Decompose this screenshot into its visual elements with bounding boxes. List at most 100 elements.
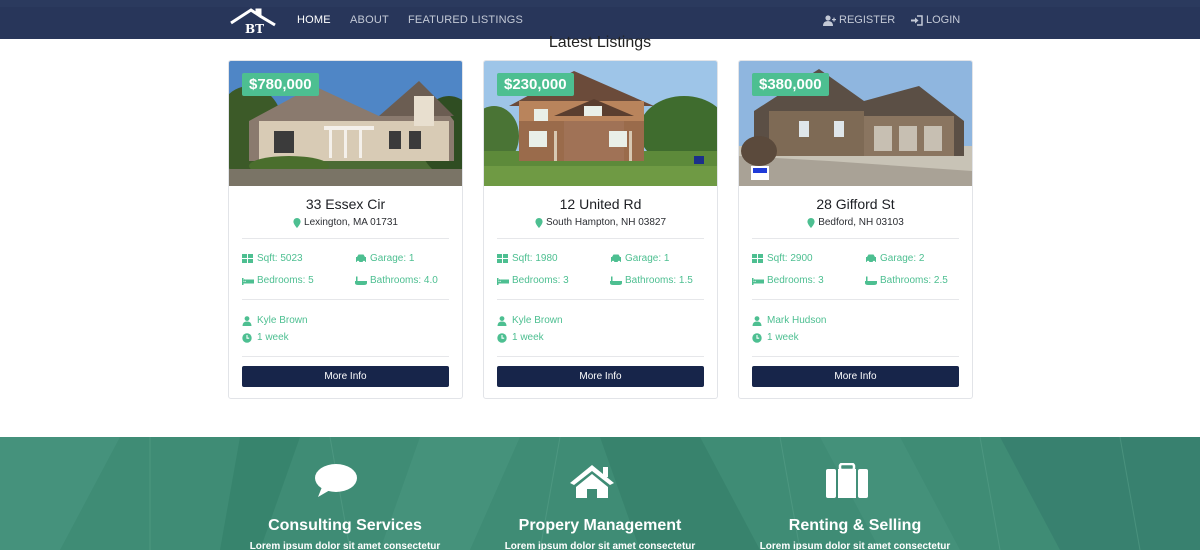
divider <box>752 238 959 239</box>
register-label: REGISTER <box>839 14 896 26</box>
divider <box>752 299 959 300</box>
bath-icon <box>610 276 622 285</box>
sqft-text: Sqft: 5023 <box>257 253 303 264</box>
garage-text: Garage: 2 <box>880 253 925 264</box>
time-feature: 1 week <box>497 332 544 343</box>
agent-feature: Mark Hudson <box>752 315 826 326</box>
suitcase-icon <box>826 463 868 498</box>
clock-icon <box>497 332 507 343</box>
service-title: Propery Management <box>518 517 682 534</box>
bedrooms-feature: Bedrooms: 3 <box>497 275 569 286</box>
service-text: Lorem ipsum dolor sit amet consectetur <box>759 541 951 550</box>
service-text: Lorem ipsum dolor sit amet consectetur <box>504 541 696 550</box>
sqft-feature: Sqft: 1980 <box>497 253 558 264</box>
bedrooms-text: Bedrooms: 3 <box>512 275 569 286</box>
more-info-button[interactable]: More Info <box>497 366 704 387</box>
garage-feature: Garage: 2 <box>865 253 924 264</box>
agent-name: Kyle Brown <box>257 315 308 326</box>
home-icon <box>570 465 614 498</box>
divider <box>497 238 704 239</box>
bed-icon <box>497 277 509 285</box>
sqft-feature: Sqft: 5023 <box>242 253 303 264</box>
listing-photo[interactable]: $230,000 <box>484 61 717 186</box>
clock-icon <box>752 332 762 343</box>
bathrooms-text: Bathrooms: 2.5 <box>880 275 948 286</box>
map-marker-icon <box>293 217 301 228</box>
time-feature: 1 week <box>752 332 799 343</box>
listing-card: $780,000 33 Essex Cir Lexington, MA 0173… <box>228 60 463 399</box>
time-feature: 1 week <box>242 332 289 343</box>
bed-icon <box>242 277 254 285</box>
map-marker-icon <box>535 217 543 228</box>
sign-in-icon <box>911 14 923 26</box>
login-label: LOGIN <box>926 14 961 26</box>
th-large-icon <box>242 253 253 263</box>
bedrooms-feature: Bedrooms: 5 <box>242 275 314 286</box>
time-text: 1 week <box>257 332 289 343</box>
brand-logo[interactable]: BT <box>229 7 279 37</box>
listing-location: Lexington, MA 01731 <box>229 217 462 228</box>
listing-photo[interactable]: $780,000 <box>229 61 462 186</box>
divider <box>497 356 704 357</box>
location-text: Lexington, MA 01731 <box>304 217 398 228</box>
garage-feature: Garage: 1 <box>610 253 669 264</box>
services-section: Consulting Services Lorem ipsum dolor si… <box>0 437 1200 550</box>
map-marker-icon <box>807 217 815 228</box>
listing-address[interactable]: 28 Gifford St <box>739 196 972 212</box>
bedrooms-feature: Bedrooms: 3 <box>752 275 824 286</box>
user-icon <box>752 315 762 326</box>
th-large-icon <box>497 253 508 263</box>
price-badge: $380,000 <box>752 73 829 96</box>
bath-icon <box>355 276 367 285</box>
more-info-button[interactable]: More Info <box>752 366 959 387</box>
nav-featured-listings[interactable]: FEATURED LISTINGS <box>408 14 523 26</box>
sqft-text: Sqft: 1980 <box>512 253 558 264</box>
price-badge: $780,000 <box>242 73 319 96</box>
bathrooms-text: Bathrooms: 1.5 <box>625 275 693 286</box>
user-plus-icon <box>823 14 836 26</box>
service-title: Consulting Services <box>268 517 422 534</box>
bathrooms-text: Bathrooms: 4.0 <box>370 275 438 286</box>
nav-about[interactable]: ABOUT <box>350 14 389 26</box>
listing-address[interactable]: 33 Essex Cir <box>229 196 462 212</box>
service-text: Lorem ipsum dolor sit amet consectetur <box>249 541 441 550</box>
agent-name: Mark Hudson <box>767 315 827 326</box>
bathrooms-feature: Bathrooms: 1.5 <box>610 275 693 286</box>
service-title: Renting & Selling <box>788 517 922 534</box>
car-icon <box>866 254 876 263</box>
bedrooms-text: Bedrooms: 5 <box>257 275 314 286</box>
time-text: 1 week <box>512 332 544 343</box>
top-strip <box>0 0 1200 7</box>
listing-photo[interactable]: $380,000 <box>739 61 972 186</box>
nav-home[interactable]: HOME <box>297 14 331 26</box>
agent-name: Kyle Brown <box>512 315 563 326</box>
listing-card: $380,000 28 Gifford St Bedford, NH 03103… <box>738 60 973 399</box>
listing-location: Bedford, NH 03103 <box>739 217 972 228</box>
sqft-feature: Sqft: 2900 <box>752 253 813 264</box>
section-title: Latest Listings <box>548 34 652 51</box>
divider <box>497 299 704 300</box>
listing-location: South Hampton, NH 03827 <box>484 217 717 228</box>
location-text: South Hampton, NH 03827 <box>545 217 667 228</box>
listing-address[interactable]: 12 United Rd <box>484 196 717 212</box>
bath-icon <box>865 276 877 285</box>
divider <box>752 356 959 357</box>
bedrooms-text: Bedrooms: 3 <box>767 275 824 286</box>
time-text: 1 week <box>767 332 799 343</box>
location-text: Bedford, NH 03103 <box>818 217 904 228</box>
bed-icon <box>752 277 764 285</box>
register-link[interactable]: REGISTER <box>823 14 895 26</box>
bathrooms-feature: Bathrooms: 4.0 <box>355 275 438 286</box>
agent-feature: Kyle Brown <box>497 315 563 326</box>
car-icon <box>611 254 621 263</box>
agent-feature: Kyle Brown <box>242 315 308 326</box>
th-large-icon <box>752 253 763 263</box>
user-icon <box>242 315 252 326</box>
car-icon <box>356 254 366 263</box>
comment-icon <box>315 464 357 497</box>
garage-text: Garage: 1 <box>370 253 415 264</box>
login-link[interactable]: LOGIN <box>910 14 960 26</box>
more-info-button[interactable]: More Info <box>242 366 449 387</box>
bathrooms-feature: Bathrooms: 2.5 <box>865 275 948 286</box>
divider <box>242 356 449 357</box>
